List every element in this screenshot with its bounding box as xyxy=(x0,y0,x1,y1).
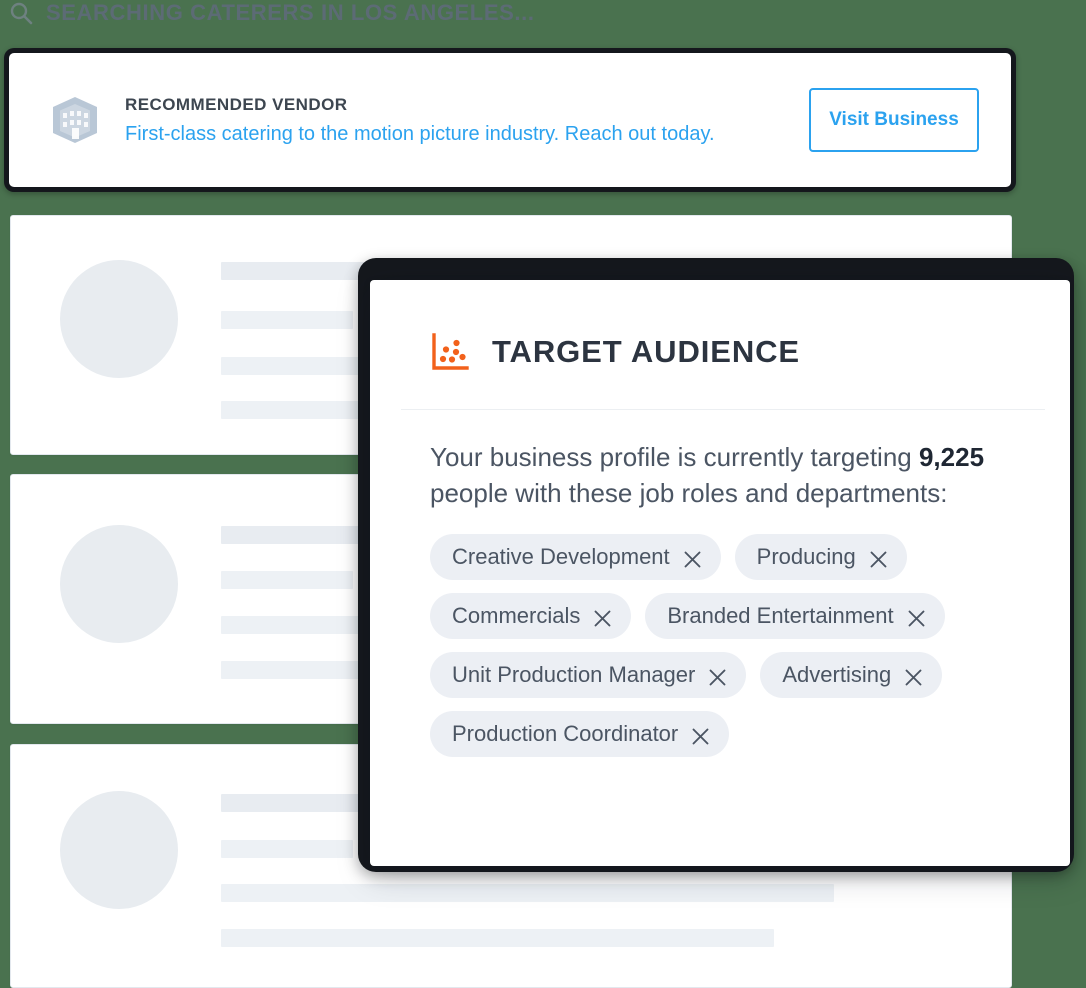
avatar-placeholder xyxy=(60,260,178,378)
audience-chip[interactable]: Creative Development xyxy=(430,533,721,580)
audience-chip-list: Creative Development Producing Commercia… xyxy=(430,533,1032,757)
close-icon[interactable] xyxy=(908,607,925,627)
chip-label: Creative Development xyxy=(452,543,670,569)
scatter-chart-icon xyxy=(430,332,470,372)
description-lead: Your business profile is currently targe… xyxy=(430,442,919,472)
close-icon[interactable] xyxy=(692,725,709,745)
close-icon[interactable] xyxy=(684,548,701,568)
vendor-kicker: RECOMMENDED VENDOR xyxy=(125,94,348,114)
skeleton-bar xyxy=(221,840,353,858)
skeleton-bar xyxy=(221,311,353,329)
close-icon[interactable] xyxy=(870,548,887,568)
avatar-placeholder xyxy=(60,791,178,909)
visit-business-button[interactable]: Visit Business xyxy=(809,88,979,152)
chip-row: Commercials Branded Entertainment xyxy=(430,592,1032,639)
audience-chip[interactable]: Branded Entertainment xyxy=(645,592,945,639)
audience-chip[interactable]: Production Coordinator xyxy=(430,710,730,757)
chip-label: Producing xyxy=(756,543,856,569)
audience-chip[interactable]: Producing xyxy=(734,533,907,580)
audience-chip[interactable]: Commercials xyxy=(430,592,632,639)
close-icon[interactable] xyxy=(905,666,922,686)
description-tail: people with these job roles and departme… xyxy=(430,477,948,508)
building-icon xyxy=(47,92,103,148)
chip-row: Unit Production Manager Advertising xyxy=(430,651,1032,698)
target-audience-panel: TARGET AUDIENCE Your business profile is… xyxy=(370,280,1070,866)
chip-label: Branded Entertainment xyxy=(667,602,894,628)
search-status-text: SEARCHING CATERERS IN LOS ANGELES... xyxy=(46,0,535,25)
audience-count: 9,225 xyxy=(918,442,985,472)
search-status-bar: SEARCHING CATERERS IN LOS ANGELES... xyxy=(8,0,535,30)
chip-row: Creative Development Producing xyxy=(430,533,1032,580)
target-audience-header: TARGET AUDIENCE xyxy=(430,332,1032,372)
close-icon[interactable] xyxy=(709,666,726,686)
search-icon xyxy=(8,0,34,26)
panel-divider xyxy=(401,409,1045,410)
vendor-tagline: First-class catering to the motion pictu… xyxy=(125,122,715,145)
chip-label: Unit Production Manager xyxy=(452,661,696,687)
avatar-placeholder xyxy=(60,525,178,643)
recommended-vendor-banner[interactable]: RECOMMENDED VENDOR First-class catering … xyxy=(9,53,1011,187)
skeleton-bar xyxy=(221,571,353,589)
chip-label: Production Coordinator xyxy=(452,720,679,746)
chip-label: Advertising xyxy=(782,661,892,687)
audience-chip[interactable]: Unit Production Manager xyxy=(430,651,747,698)
skeleton-bar xyxy=(221,884,834,902)
chip-row: Production Coordinator xyxy=(430,710,1032,757)
audience-chip[interactable]: Advertising xyxy=(760,651,943,698)
chip-label: Commercials xyxy=(452,602,581,628)
target-audience-title: TARGET AUDIENCE xyxy=(492,334,800,369)
skeleton-bar xyxy=(221,929,774,947)
target-audience-description: Your business profile is currently targe… xyxy=(430,440,1030,512)
close-icon[interactable] xyxy=(594,607,611,627)
vendor-copy: RECOMMENDED VENDOR First-class catering … xyxy=(125,95,783,146)
